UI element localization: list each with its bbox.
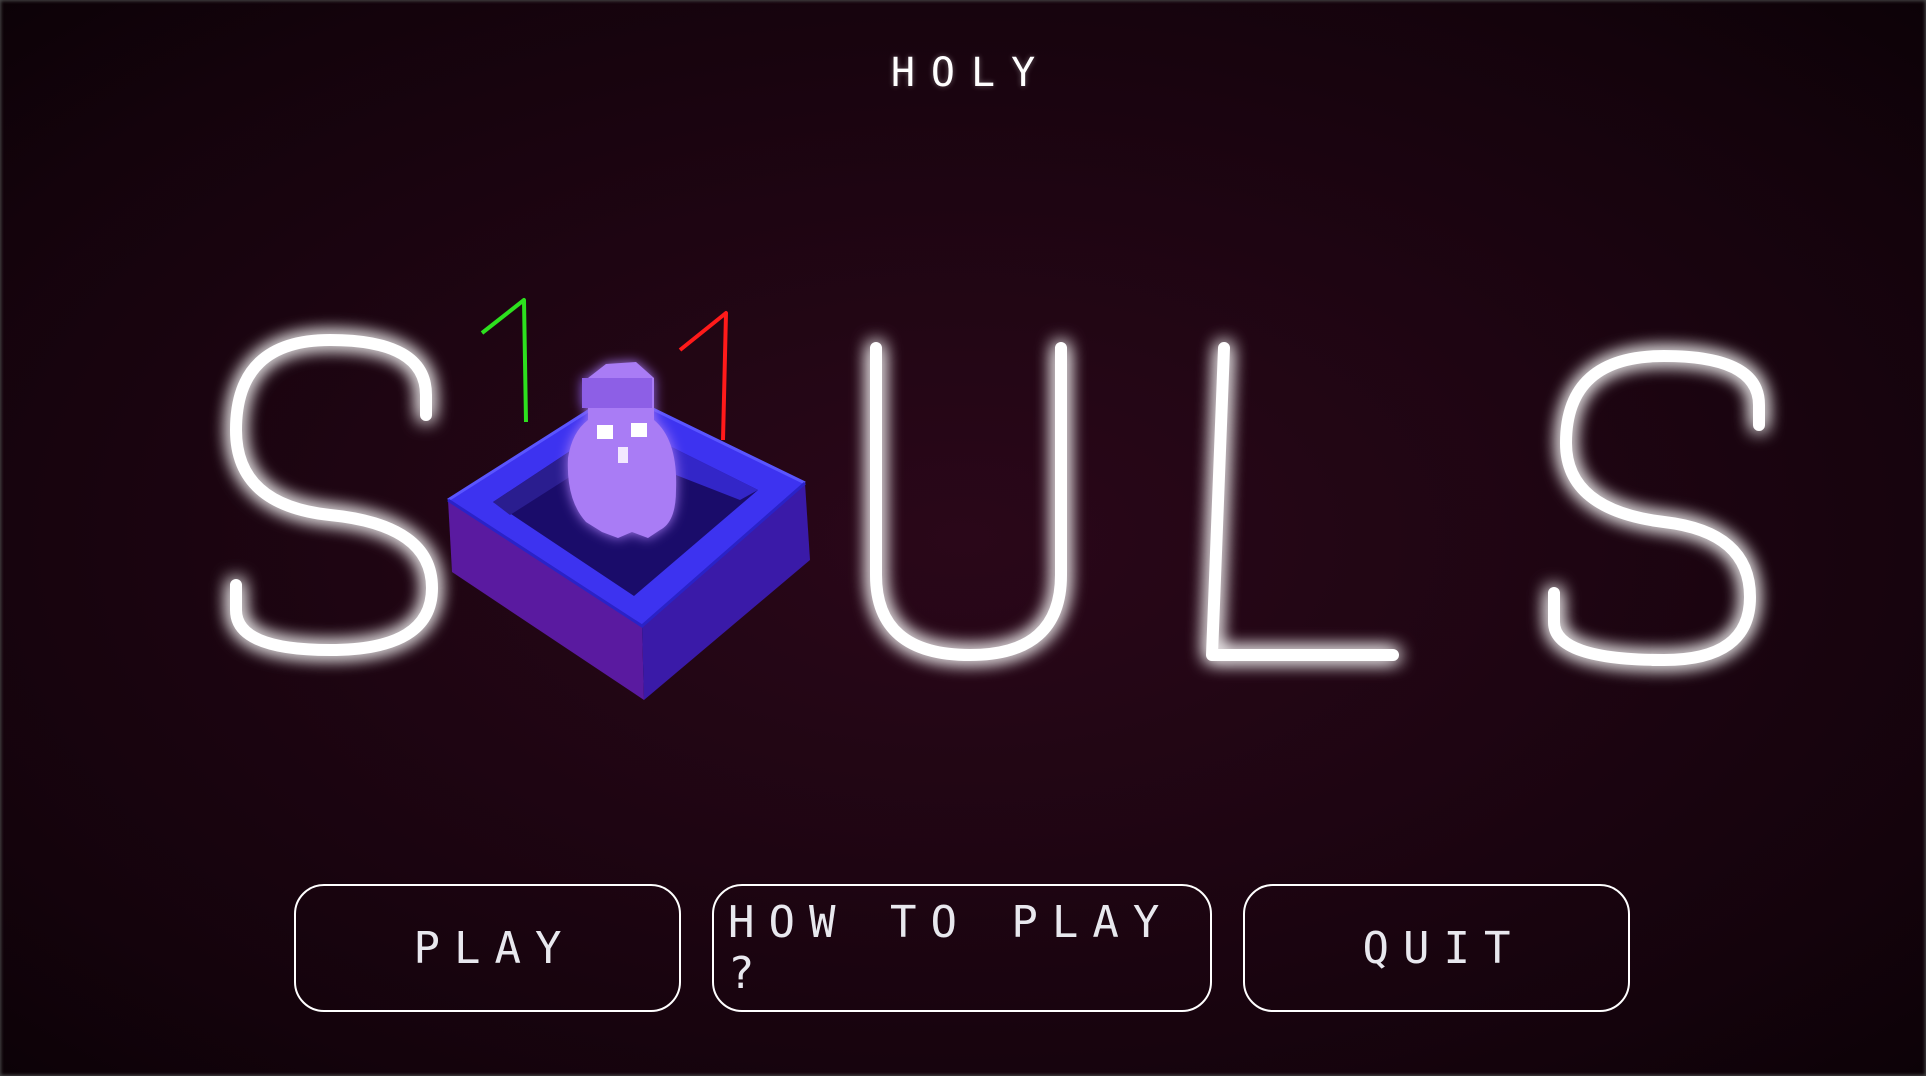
how-to-play-button[interactable]: HOW TO PLAY ? bbox=[712, 884, 1212, 1012]
how-to-play-button-label: HOW TO PLAY ? bbox=[728, 897, 1174, 999]
axis-green-mark bbox=[480, 298, 528, 423]
logo-letter-u bbox=[870, 342, 1067, 661]
play-button-label: PLAY bbox=[413, 922, 576, 974]
main-menu-screen: HOLY PLAY HOW TO PLAY ? QUIT bbox=[0, 0, 1926, 1076]
quit-button[interactable]: QUIT bbox=[1243, 884, 1630, 1012]
logo-letter-s1 bbox=[230, 334, 438, 656]
logo-letter-l bbox=[1206, 342, 1399, 661]
logo-letter-s2 bbox=[1548, 350, 1765, 666]
quit-button-label: QUIT bbox=[1362, 922, 1525, 974]
play-button[interactable]: PLAY bbox=[294, 884, 681, 1012]
axis-red-mark bbox=[678, 311, 728, 441]
ghost-in-box-icon bbox=[447, 362, 810, 700]
